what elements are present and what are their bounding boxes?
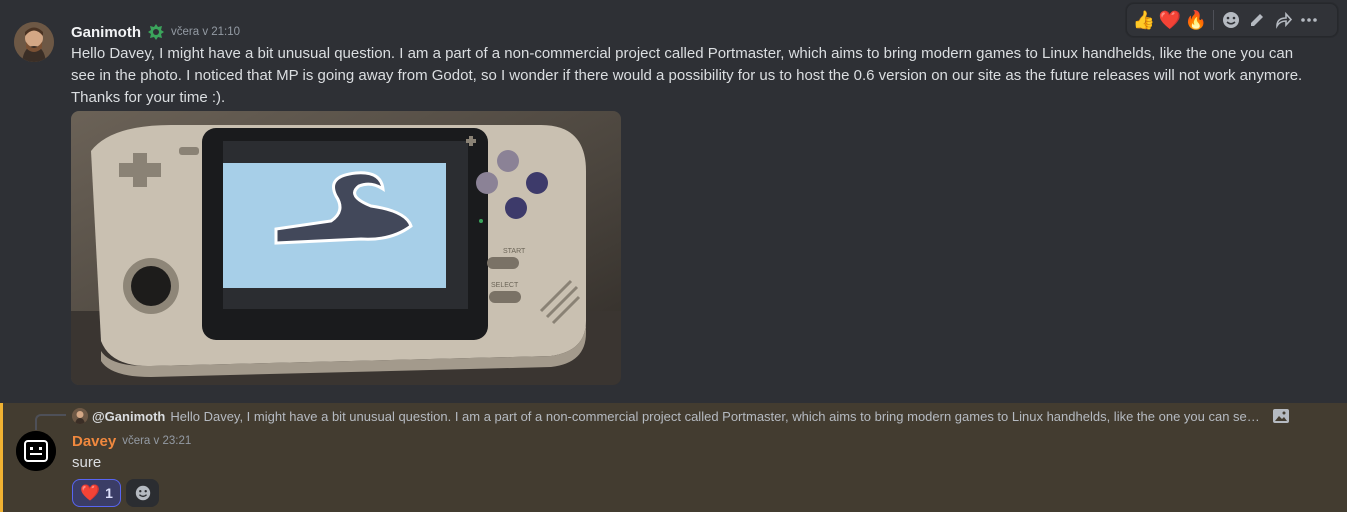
toolbar-divider <box>1213 10 1214 30</box>
add-reaction-icon[interactable] <box>1218 6 1244 34</box>
select-label: SELECT <box>491 282 519 289</box>
green-badge-icon[interactable] <box>147 23 165 41</box>
reply-spine <box>35 414 66 430</box>
reply-author[interactable]: @Ganimoth <box>92 409 165 424</box>
message-davey: @Ganimoth Hello Davey, I might have a bi… <box>0 403 1347 512</box>
message-text: sure <box>72 454 102 471</box>
message-toolbar: 👍 ❤️ 🔥 <box>1126 3 1338 37</box>
author-name[interactable]: Davey <box>72 433 116 450</box>
forward-icon[interactable] <box>1270 6 1296 34</box>
author-name[interactable]: Ganimoth <box>71 24 141 41</box>
heart-reaction-button[interactable]: ❤️ <box>1157 6 1183 34</box>
reply-avatar <box>72 408 88 424</box>
more-icon[interactable] <box>1296 6 1322 34</box>
timestamp[interactable]: včera v 21:10 <box>171 26 240 38</box>
reaction-count: 1 <box>105 485 113 501</box>
timestamp[interactable]: včera v 23:21 <box>122 435 191 447</box>
image-attachment[interactable]: START SELECT <box>71 111 621 385</box>
fire-reaction-button[interactable]: 🔥 <box>1183 6 1209 34</box>
heart-icon: ❤️ <box>80 485 101 502</box>
edit-icon[interactable] <box>1244 6 1270 34</box>
message-ganimoth: Ganimoth včera v 21:10 Hello Davey, I mi… <box>0 0 1347 403</box>
avatar-ganimoth[interactable] <box>14 22 54 62</box>
start-label: START <box>503 248 526 255</box>
author-line: Davey včera v 23:21 <box>72 431 191 451</box>
reply-snippet[interactable]: Hello Davey, I might have a bit unusual … <box>170 409 1259 424</box>
mention-highlight-bar <box>0 403 3 512</box>
image-icon <box>1272 408 1290 424</box>
add-reaction-button[interactable] <box>126 479 159 507</box>
thumbs-up-reaction-button[interactable]: 👍 <box>1131 6 1157 34</box>
reply-preview[interactable]: @Ganimoth Hello Davey, I might have a bi… <box>72 406 1312 426</box>
author-line: Ganimoth včera v 21:10 <box>71 22 240 42</box>
add-reaction-icon <box>135 485 150 501</box>
message-text: Hello Davey, I might have a bit unusual … <box>71 45 1303 106</box>
heart-reaction[interactable]: ❤️ 1 <box>72 479 121 507</box>
avatar-davey[interactable] <box>16 431 56 471</box>
